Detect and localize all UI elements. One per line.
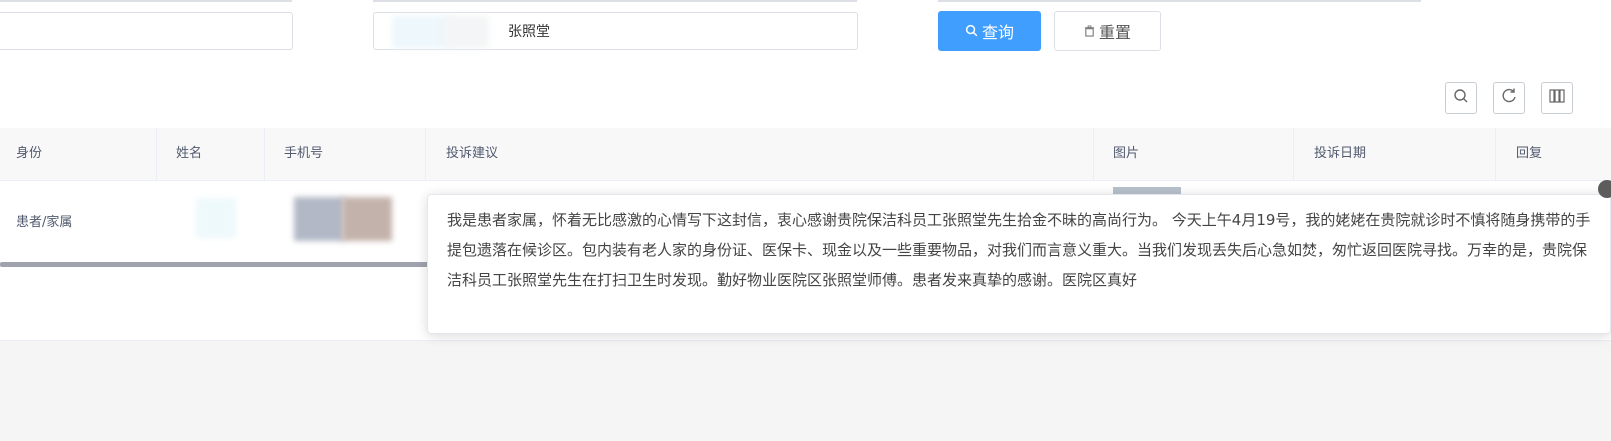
zoom-icon (1452, 87, 1470, 109)
column-header-phone[interactable]: 手机号 (284, 128, 323, 180)
toggle-search-button[interactable] (1445, 82, 1477, 114)
reset-button-label: 重置 (1098, 23, 1131, 42)
top-border-mid (373, 0, 857, 2)
suggestion-full-text: 我是患者家属，怀着无比感激的心情写下这封信，衷心感谢贵院保洁科员工张照堂先生拾金… (447, 211, 1591, 289)
redacted-phone-2 (342, 197, 392, 241)
filter-input-left[interactable] (0, 12, 293, 50)
column-header-date[interactable]: 投诉日期 (1314, 128, 1366, 180)
search-icon (965, 22, 978, 41)
column-header-reply[interactable]: 回复 (1516, 128, 1542, 180)
suggestion-tooltip: 我是患者家属，怀着无比感激的心情写下这封信，衷心感谢贵院保洁科员工张照堂先生拾金… (427, 194, 1611, 334)
reset-button[interactable]: 重置 (1054, 11, 1161, 51)
trash-icon (1084, 22, 1095, 41)
refresh-icon (1500, 87, 1518, 109)
top-border-left (0, 0, 292, 2)
edge-handle[interactable] (1598, 180, 1611, 198)
column-settings-button[interactable] (1541, 82, 1573, 114)
redacted-phone (294, 197, 344, 241)
name-field[interactable]: 张照堂 (373, 12, 858, 50)
refresh-button[interactable] (1493, 82, 1525, 114)
column-header-image[interactable]: 图片 (1113, 128, 1139, 180)
top-border-right (938, 0, 1421, 2)
table-header: 身份 姓名 手机号 投诉建议 图片 投诉日期 回复 (0, 128, 1611, 181)
column-header-identity[interactable]: 身份 (16, 128, 42, 180)
cell-identity: 患者/家属 (16, 215, 73, 230)
name-field-value: 张照堂 (508, 24, 550, 40)
columns-icon (1548, 87, 1566, 109)
page-footer-area (0, 340, 1611, 441)
redacted-label-2 (444, 16, 489, 48)
search-button-label: 查询 (981, 23, 1014, 42)
redacted-name (196, 198, 236, 238)
column-header-name[interactable]: 姓名 (176, 128, 202, 180)
search-button[interactable]: 查询 (938, 11, 1041, 51)
column-header-suggestion[interactable]: 投诉建议 (446, 128, 498, 180)
